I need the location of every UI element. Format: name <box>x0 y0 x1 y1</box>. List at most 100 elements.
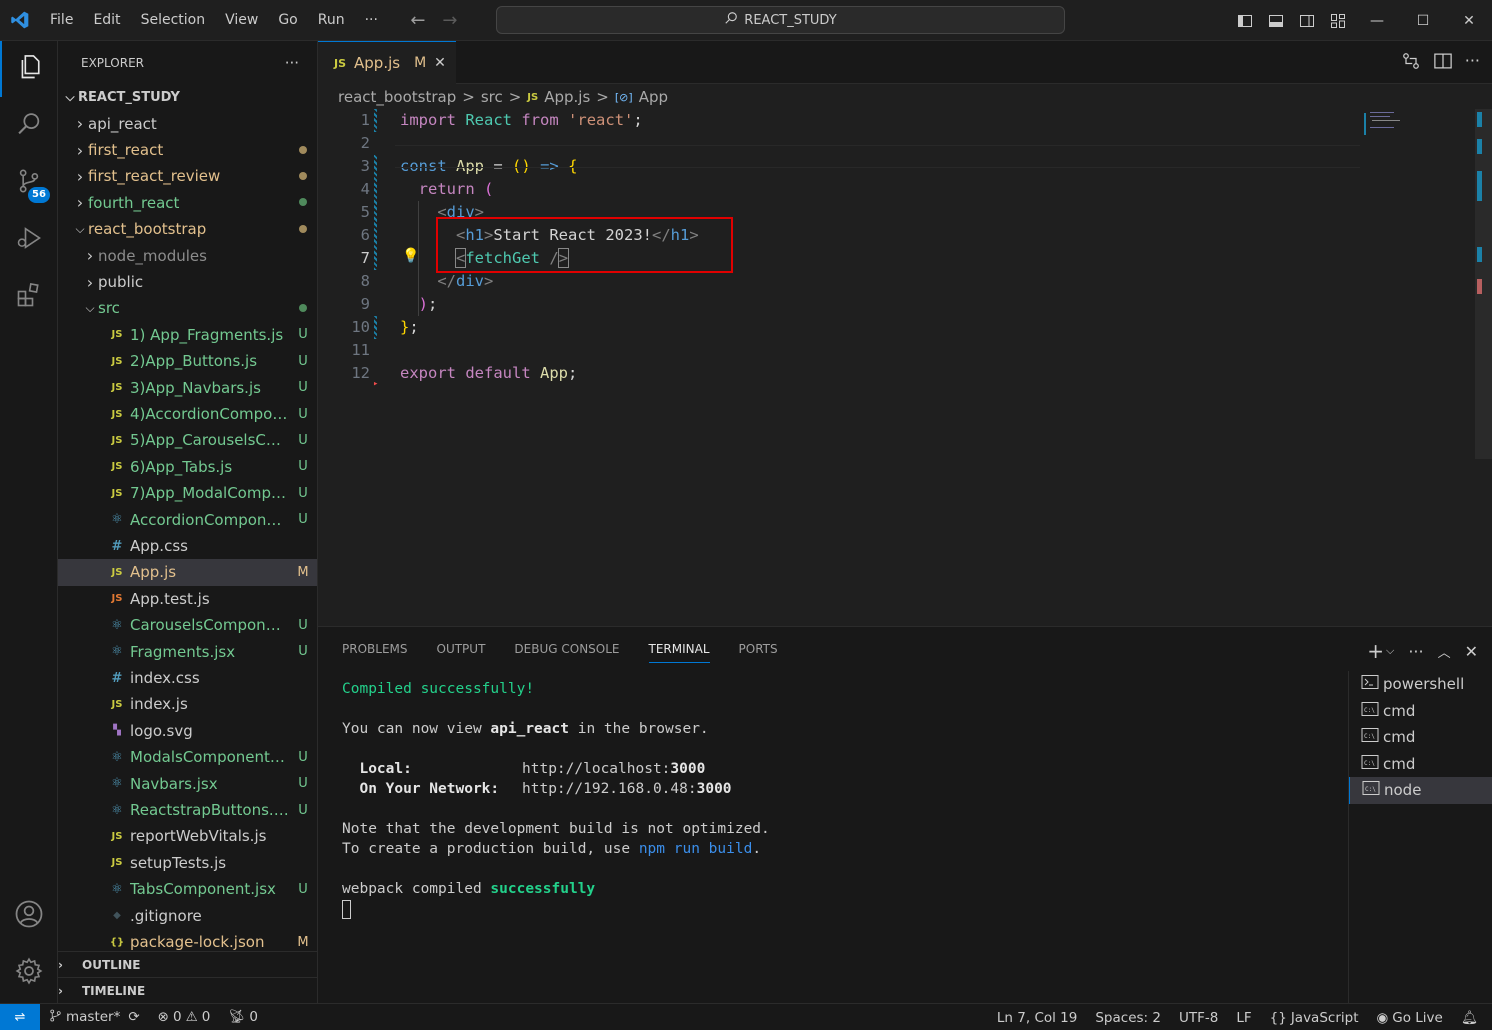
indentation[interactable]: Spaces: 2 <box>1086 1010 1170 1026</box>
tree-folder[interactable]: › node_modules <box>58 243 317 269</box>
tree-file[interactable]: ◆ .gitignore <box>58 903 317 929</box>
menu-view[interactable]: View <box>215 0 268 41</box>
tree-file[interactable]: JS 7)App_ModalCompon... U <box>58 480 317 506</box>
tab-debug-console[interactable]: DEBUG CONSOLE <box>514 642 619 656</box>
tree-file[interactable]: JS reportWebVitals.js <box>58 823 317 849</box>
remote-indicator[interactable]: ⇌ <box>0 1003 40 1030</box>
maximize-button[interactable]: ☐ <box>1400 0 1446 41</box>
tab-app-js[interactable]: JS App.js M ✕ <box>318 41 456 84</box>
maximize-panel-icon[interactable]: ︿ <box>1438 642 1451 661</box>
tab-output[interactable]: OUTPUT <box>437 642 486 656</box>
forward-arrow-icon[interactable]: → <box>434 10 466 31</box>
minimap[interactable] <box>1360 109 1475 626</box>
notifications-bell[interactable]: 🔔︎ <box>1452 1010 1492 1026</box>
breadcrumb-folder[interactable]: src <box>481 88 503 106</box>
tree-file[interactable]: JS index.js <box>58 691 317 717</box>
tree-file[interactable]: JS 1) App_Fragments.js U <box>58 322 317 348</box>
tree-file[interactable]: JS App.test.js <box>58 586 317 612</box>
split-editor-icon[interactable] <box>1433 51 1453 75</box>
explorer-activity[interactable] <box>0 41 58 97</box>
tree-folder[interactable]: › first_react_review <box>58 163 317 189</box>
menu-more[interactable]: ··· <box>355 0 388 41</box>
tree-folder[interactable]: ⌵ src <box>58 295 317 321</box>
command-center[interactable]: REACT_STUDY <box>496 6 1065 34</box>
source-control-activity[interactable]: 56 <box>0 155 58 211</box>
ports-indicator[interactable]: 📡︎ 0 <box>219 1009 267 1025</box>
breadcrumb-symbol[interactable]: App <box>639 88 668 106</box>
tree-file[interactable]: JS 4)AccordionCompone... U <box>58 401 317 427</box>
cursor-position[interactable]: Ln 7, Col 19 <box>988 1010 1086 1026</box>
menu-run[interactable]: Run <box>308 0 355 41</box>
tree-folder[interactable]: › api_react <box>58 111 317 137</box>
tree-file[interactable]: # App.css <box>58 533 317 559</box>
chevron-down-icon[interactable]: ⌵ <box>1386 644 1394 658</box>
workspace-root[interactable]: ⌵ REACT_STUDY <box>58 84 317 110</box>
new-terminal-icon[interactable]: + <box>1367 639 1384 663</box>
tree-file[interactable]: ▚ logo.svg <box>58 718 317 744</box>
tree-file[interactable]: JS 6)App_Tabs.js U <box>58 454 317 480</box>
minimize-button[interactable]: — <box>1354 0 1400 41</box>
branch-indicator[interactable]: master* ⟳ <box>40 1009 149 1026</box>
menu-edit[interactable]: Edit <box>83 0 130 41</box>
tree-folder[interactable]: › first_react <box>58 137 317 163</box>
toggle-secondary-sidebar-icon[interactable] <box>1291 0 1322 41</box>
lightbulb-icon[interactable]: 💡 <box>402 248 419 264</box>
tree-file[interactable]: ⚛ TabsComponent.jsx U <box>58 876 317 902</box>
tree-file[interactable]: # index.css <box>58 665 317 691</box>
sync-icon[interactable]: ⟳ <box>128 1009 139 1025</box>
close-icon[interactable]: ✕ <box>434 55 446 71</box>
tree-file[interactable]: JS 5)App_CarouselsCom... U <box>58 427 317 453</box>
terminal-instance[interactable]: powershell <box>1349 671 1492 698</box>
tree-file[interactable]: JS App.js M <box>58 559 317 586</box>
problems-indicator[interactable]: ⊗ 0 ⚠ 0 <box>149 1009 220 1025</box>
editor-scrollbar[interactable] <box>1475 109 1492 459</box>
search-activity[interactable] <box>0 98 58 154</box>
tree-folder[interactable]: › public <box>58 269 317 295</box>
manage-activity[interactable] <box>0 945 58 1001</box>
menu-selection[interactable]: Selection <box>131 0 216 41</box>
terminal-instance[interactable]: C:\ cmd <box>1349 751 1492 778</box>
toggle-panel-icon[interactable] <box>1260 0 1291 41</box>
tree-file[interactable]: ⚛ Fragments.jsx U <box>58 639 317 665</box>
tree-file[interactable]: ⚛ ReactstrapButtons.jsx U <box>58 797 317 823</box>
tree-file[interactable]: ⚛ CarouselsComponent... U <box>58 612 317 638</box>
end-of-line[interactable]: LF <box>1227 1010 1260 1026</box>
breadcrumb-file[interactable]: App.js <box>544 88 590 106</box>
terminal-instance[interactable]: C:\ cmd <box>1349 698 1492 725</box>
tree-file[interactable]: JS setupTests.js <box>58 850 317 876</box>
run-debug-activity[interactable] <box>0 212 58 268</box>
tree-file[interactable]: ⚛ ModalsComponent.jsx U <box>58 744 317 770</box>
tree-file[interactable]: JS 3)App_Navbars.js U <box>58 375 317 401</box>
menu-file[interactable]: File <box>40 0 83 41</box>
terminal-instance[interactable]: C:\ cmd <box>1349 724 1492 751</box>
extensions-activity[interactable] <box>0 269 58 325</box>
customize-layout-icon[interactable] <box>1322 0 1353 41</box>
tree-file[interactable]: ⚛ Navbars.jsx U <box>58 771 317 797</box>
tree-file[interactable]: JS 2)App_Buttons.js U <box>58 348 317 374</box>
close-panel-icon[interactable]: ✕ <box>1465 642 1478 661</box>
toggle-primary-sidebar-icon[interactable] <box>1229 0 1260 41</box>
language-mode[interactable]: {} JavaScript <box>1261 1010 1368 1026</box>
tab-terminal[interactable]: TERMINAL <box>648 642 710 663</box>
timeline-section[interactable]: › TIMELINE <box>58 977 317 1003</box>
tree-folder[interactable]: ⌵ react_bootstrap <box>58 216 317 242</box>
breadcrumb-folder[interactable]: react_bootstrap <box>338 88 456 106</box>
terminal-output[interactable]: Compiled successfully! You can now view … <box>342 679 1342 919</box>
more-actions-icon[interactable]: ··· <box>1408 642 1423 661</box>
more-actions-icon[interactable]: ··· <box>1465 51 1480 75</box>
tab-ports[interactable]: PORTS <box>739 642 778 656</box>
tree-file[interactable]: ⚛ AccordionComponent... U <box>58 507 317 533</box>
go-live-button[interactable]: ◉ Go Live <box>1367 1010 1451 1026</box>
tree-folder[interactable]: › fourth_react <box>58 190 317 216</box>
menu-go[interactable]: Go <box>268 0 307 41</box>
accounts-activity[interactable] <box>0 888 58 944</box>
explorer-more-button[interactable]: ··· <box>285 54 299 72</box>
compare-changes-icon[interactable] <box>1401 51 1421 75</box>
tab-problems[interactable]: PROBLEMS <box>342 642 408 656</box>
outline-section[interactable]: › OUTLINE <box>58 951 317 977</box>
close-window-button[interactable]: ✕ <box>1446 0 1492 41</box>
encoding[interactable]: UTF-8 <box>1170 1010 1227 1026</box>
back-arrow-icon[interactable]: ← <box>402 10 434 31</box>
code-editor[interactable]: 1 2 3 4 5 6 7 8 9 10 11 12 ▸ import React from 'rea… <box>318 109 1492 626</box>
terminal-instance[interactable]: C:\ node <box>1349 777 1492 804</box>
